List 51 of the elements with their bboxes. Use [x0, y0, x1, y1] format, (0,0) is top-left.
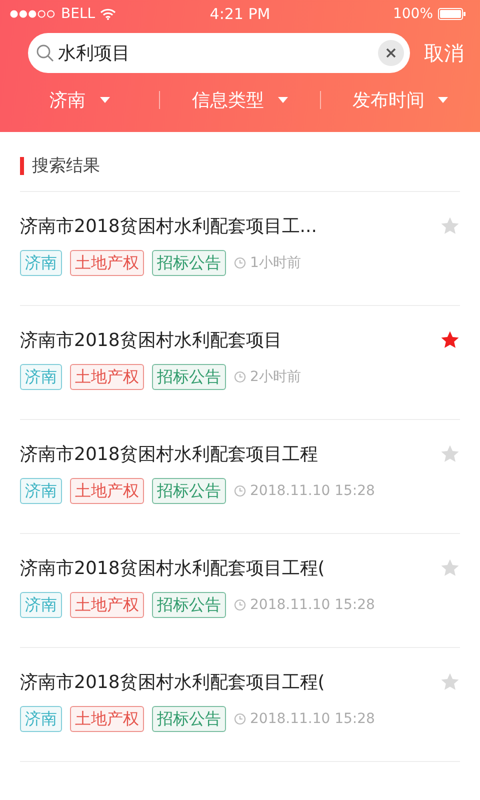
- wifi-icon: [100, 8, 116, 20]
- star-icon[interactable]: [440, 558, 460, 578]
- result-title[interactable]: 济南市2018贫困村水利配套项目: [20, 328, 282, 352]
- search-query: 水利项目: [58, 42, 131, 65]
- search-field[interactable]: 水利项目: [28, 33, 410, 73]
- clock-icon: [234, 257, 246, 269]
- tag: 土地产权: [70, 250, 144, 276]
- tag: 土地产权: [70, 706, 144, 732]
- result-title[interactable]: 济南市2018贫困村水利配套项目工程(: [20, 670, 325, 694]
- carrier-label: BELL: [61, 6, 96, 22]
- post-time: 2小时前: [250, 368, 301, 386]
- clear-button[interactable]: [378, 40, 404, 66]
- tag: 土地产权: [70, 478, 144, 504]
- result-title[interactable]: 济南市2018贫困村水利配套项目工...: [20, 214, 317, 238]
- clock-icon: [234, 713, 246, 725]
- star-icon[interactable]: [440, 672, 460, 692]
- tag: 招标公告: [152, 478, 226, 504]
- post-time: 2018.11.10 15:28: [250, 483, 375, 499]
- tag: 济南: [20, 706, 62, 732]
- clock-icon: [234, 599, 246, 611]
- clock-icon: [234, 485, 246, 497]
- close-icon: [386, 48, 396, 58]
- tag: 招标公告: [152, 250, 226, 276]
- battery-percent: 100%: [392, 6, 433, 22]
- post-time: 1小时前: [250, 254, 301, 272]
- tag: 招标公告: [152, 706, 226, 732]
- star-icon[interactable]: [440, 330, 460, 350]
- clock-time: 4:21 PM: [210, 5, 270, 23]
- caret-icon: [278, 97, 288, 103]
- tag: 济南: [20, 478, 62, 504]
- caret-icon: [100, 97, 110, 103]
- tag: 济南: [20, 592, 62, 618]
- section-title: 搜索结果: [32, 155, 100, 177]
- post-time: 2018.11.10 15:28: [250, 711, 375, 727]
- battery-icon: [438, 8, 466, 20]
- post-time: 2018.11.10 15:28: [250, 597, 375, 613]
- clock-icon: [234, 371, 246, 383]
- accent-bar: [20, 156, 24, 174]
- result-title[interactable]: 济南市2018贫困村水利配套项目工程(: [20, 556, 325, 580]
- tag: 济南: [20, 364, 62, 390]
- caret-icon: [438, 97, 448, 103]
- tag: 招标公告: [152, 364, 226, 390]
- search-icon: [36, 44, 54, 62]
- star-icon[interactable]: [440, 444, 460, 464]
- tag: 济南: [20, 250, 62, 276]
- signal-icon: [10, 10, 56, 18]
- tag: 土地产权: [70, 592, 144, 618]
- star-icon[interactable]: [440, 216, 460, 236]
- tag: 招标公告: [152, 592, 226, 618]
- tag: 土地产权: [70, 364, 144, 390]
- result-title[interactable]: 济南市2018贫困村水利配套项目工程: [20, 442, 318, 466]
